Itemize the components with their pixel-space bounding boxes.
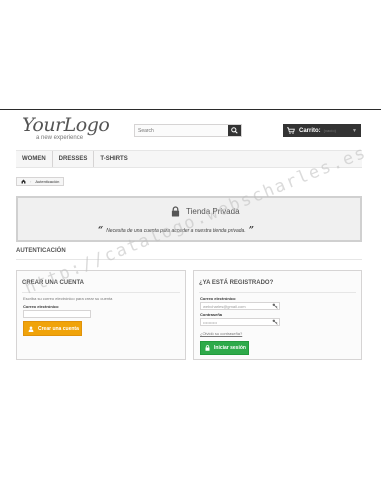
logo[interactable]: YourLogo a new experience [22, 115, 118, 141]
title-divider [16, 259, 362, 260]
login-form: ¿YA ESTÁ REGISTRADO? Correo electrónico … [193, 270, 362, 360]
cart-label: Carrito: [299, 127, 321, 134]
chevron-down-icon: ▼ [352, 127, 357, 134]
login-email-field[interactable]: webcharles@gmail.com [200, 302, 280, 310]
cart-value: (vacío) [323, 128, 336, 133]
private-store-banner: Tienda Privada “ Necesita de una cuenta … [16, 196, 362, 242]
create-email-label: Correo electrónico [23, 304, 59, 309]
breadcrumb-current: Autenticación [35, 179, 60, 184]
home-icon[interactable] [21, 179, 26, 184]
page-title: AUTENTICACIÓN [16, 248, 66, 254]
banner-message-row: “ Necesita de una cuenta para acceder a … [98, 226, 254, 236]
create-account-title: CREAR UNA CUENTA [22, 280, 84, 286]
forgot-password-link[interactable]: ¿Olvidó su contraseña? [200, 331, 242, 336]
quote-left-icon: “ [98, 226, 104, 236]
lock-icon [171, 206, 180, 217]
create-account-form: CREAR UNA CUENTA Escriba su correo elect… [16, 270, 186, 360]
top-divider [0, 109, 381, 110]
search-input[interactable] [135, 125, 228, 136]
login-email-label: Correo electrónico [200, 296, 236, 301]
search-icon [231, 127, 238, 134]
create-email-field[interactable] [23, 310, 91, 318]
create-account-button[interactable]: Crear una cuenta [23, 321, 82, 336]
breadcrumb-separator: › [30, 179, 32, 184]
create-account-help: Escriba su correo electrónico para crear… [23, 296, 113, 301]
lock-icon [205, 345, 210, 351]
search-button[interactable] [228, 125, 241, 136]
logo-text: YourLogo [22, 114, 110, 136]
banner-title-row: Tienda Privada [171, 206, 240, 217]
box-divider [199, 292, 356, 293]
menu-item-women[interactable]: WOMEN [16, 151, 53, 167]
key-icon [272, 319, 278, 325]
key-icon [272, 303, 278, 309]
login-title: ¿YA ESTÁ REGISTRADO? [199, 280, 274, 286]
login-button-label: Iniciar sesión [214, 345, 246, 351]
user-icon [28, 325, 34, 332]
cart-button[interactable]: Carrito: (vacío) ▼ [283, 124, 361, 137]
menu-item-dresses[interactable]: DRESSES [53, 151, 95, 167]
login-password-field[interactable]: •••••••••• [200, 318, 280, 326]
breadcrumb: › Autenticación [16, 177, 65, 186]
login-button[interactable]: Iniciar sesión [200, 341, 249, 355]
banner-title: Tienda Privada [186, 207, 240, 216]
search-bar [134, 124, 242, 137]
login-password-value: •••••••••• [203, 319, 218, 325]
menu-item-tshirts[interactable]: T-SHIRTS [94, 151, 133, 167]
login-email-value: webcharles@gmail.com [203, 303, 246, 309]
quote-right-icon: ” [248, 226, 254, 236]
login-password-label: Contraseña [200, 312, 223, 317]
create-account-button-label: Crear una cuenta [38, 325, 79, 332]
banner-message: Necesita de una cuenta para acceder a nu… [106, 228, 246, 234]
cart-icon [287, 127, 295, 134]
top-menu: WOMEN DRESSES T-SHIRTS [16, 150, 362, 168]
box-divider [22, 292, 180, 293]
